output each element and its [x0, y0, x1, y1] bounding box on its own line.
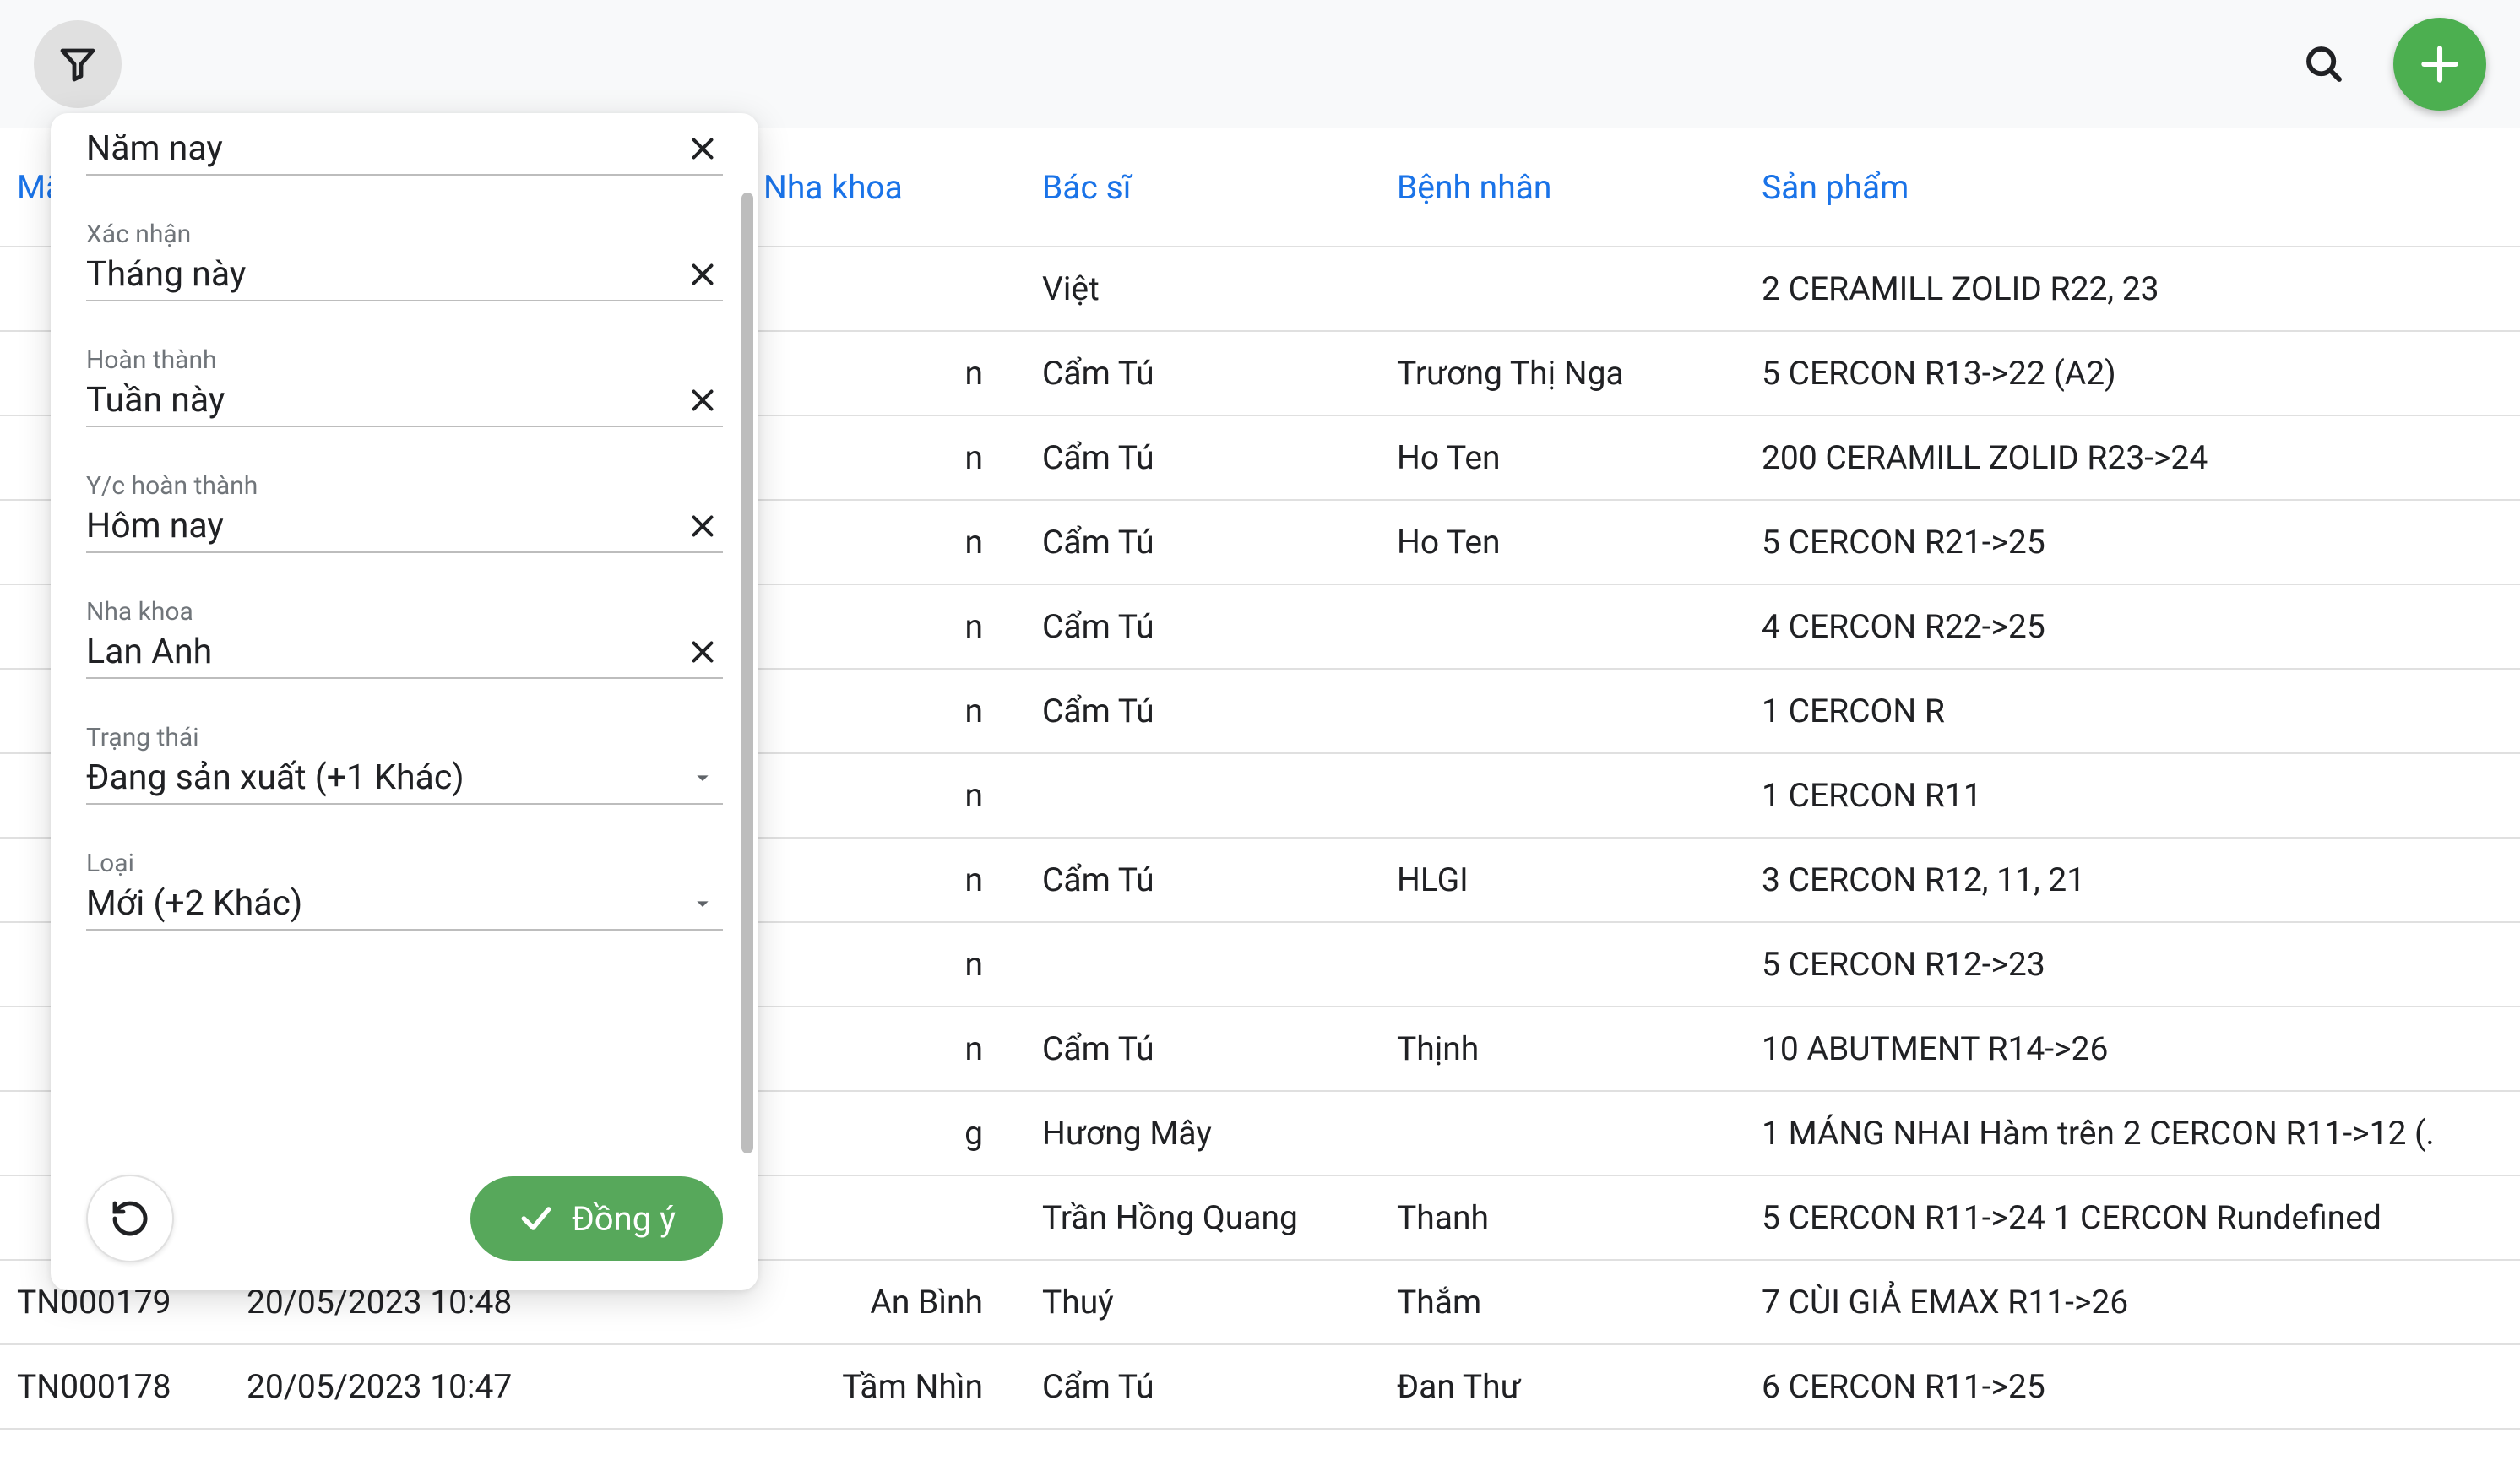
table-row[interactable]: TN00017820/05/2023 10:47Tầm NhìnCẩm TúĐa… — [0, 1344, 2520, 1429]
cell-product: 7 CÙI GIẢ EMAX R11->26 — [1745, 1260, 2520, 1344]
filter-field: Năm nay — [86, 122, 723, 176]
cell-order: TN000178 — [0, 1344, 230, 1429]
filter-value: Tuần này — [86, 380, 682, 421]
filter-label: Loại — [86, 849, 723, 878]
filter-field: Hoàn thành Tuần này — [86, 339, 723, 427]
filter-input[interactable]: Hôm nay — [86, 506, 723, 553]
cell-doctor: Hương Mây — [1025, 1091, 1380, 1175]
cell-product: 3 CERCON R12, 11, 21 — [1745, 838, 2520, 922]
clear-icon[interactable] — [682, 380, 723, 421]
filter-icon — [57, 44, 98, 84]
cell-doctor: Cẩm Tú — [1025, 1344, 1380, 1429]
filter-input[interactable]: Năm nay — [86, 128, 723, 176]
filter-panel: Năm nay Xác nhận Tháng này Hoàn thành Tuần n… — [51, 113, 758, 1290]
cell-patient: Thịnh — [1380, 1007, 1745, 1091]
clear-icon[interactable] — [682, 128, 723, 169]
cell-doctor: Cẩm Tú — [1025, 1007, 1380, 1091]
filter-value: Hôm nay — [86, 506, 682, 546]
cell-patient — [1380, 1091, 1745, 1175]
filter-value: Năm nay — [86, 128, 682, 169]
cell-product: 5 CERCON R21->25 — [1745, 500, 2520, 584]
cell-doctor: Trần Hồng Quang — [1025, 1175, 1380, 1260]
cell-patient: HLGI — [1380, 838, 1745, 922]
search-icon — [2301, 41, 2347, 87]
filter-field: Loại Mới (+2 Khác) — [86, 842, 723, 931]
cell-product: 200 CERAMILL ZOLID R23->24 — [1745, 415, 2520, 500]
filter-value: Đang sản xuất (+1 Khác) — [86, 757, 682, 798]
cell-patient: Thắm — [1380, 1260, 1745, 1344]
search-button[interactable] — [2280, 20, 2368, 108]
filter-field: Y/c hoàn thành Hôm nay — [86, 464, 723, 553]
cell-product: 10 ABUTMENT R14->26 — [1745, 1007, 2520, 1091]
cell-patient — [1380, 753, 1745, 838]
cell-doctor — [1025, 922, 1380, 1007]
cell-doctor: Cẩm Tú — [1025, 331, 1380, 415]
cell-doctor: Cẩm Tú — [1025, 838, 1380, 922]
clear-icon[interactable] — [682, 632, 723, 672]
cell-product: 1 MÁNG NHAI Hàm trên 2 CERCON R11->12 (. — [1745, 1091, 2520, 1175]
cell-patient: Thanh — [1380, 1175, 1745, 1260]
chevron-down-icon[interactable] — [682, 883, 723, 924]
filter-value: Tháng này — [86, 254, 682, 295]
cell-doctor: Việt — [1025, 247, 1380, 331]
cell-patient: Ho Ten — [1380, 415, 1745, 500]
filter-label: Trạng thái — [86, 723, 723, 752]
reset-button[interactable] — [86, 1175, 174, 1262]
cell-doctor: Cẩm Tú — [1025, 415, 1380, 500]
cell-product: 1 CERCON R — [1745, 669, 2520, 753]
cell-patient — [1380, 669, 1745, 753]
cell-patient: Trương Thị Nga — [1380, 331, 1745, 415]
cell-product: 1 CERCON R11 — [1745, 753, 2520, 838]
cell-patient — [1380, 922, 1745, 1007]
cell-doctor: Cẩm Tú — [1025, 500, 1380, 584]
cell-product: 5 CERCON R13->22 (A2) — [1745, 331, 2520, 415]
filter-button[interactable] — [34, 20, 122, 108]
cell-patient: Đan Thư — [1380, 1344, 1745, 1429]
topbar — [0, 0, 2520, 128]
filter-field: Xác nhận Tháng này — [86, 213, 723, 301]
apply-button[interactable]: Đồng ý — [470, 1176, 723, 1261]
header-doctor[interactable]: Bác sĩ — [1025, 128, 1380, 247]
cell-doctor: Cẩm Tú — [1025, 584, 1380, 669]
filter-input[interactable]: Tuần này — [86, 380, 723, 427]
filter-value: Lan Anh — [86, 632, 682, 672]
filter-label: Nha khoa — [86, 597, 723, 627]
cell-patient — [1380, 584, 1745, 669]
check-icon — [518, 1200, 555, 1237]
filter-label: Y/c hoàn thành — [86, 471, 723, 501]
cell-product: 5 CERCON R11->24 1 CERCON Rundefined — [1745, 1175, 2520, 1260]
plus-icon — [2416, 41, 2463, 88]
filter-input[interactable]: Tháng này — [86, 254, 723, 301]
cell-product: 2 CERAMILL ZOLID R22, 23 — [1745, 247, 2520, 331]
cell-date: 20/05/2023 10:47 — [230, 1344, 595, 1429]
cell-doctor — [1025, 753, 1380, 838]
cell-doctor: Thuý — [1025, 1260, 1380, 1344]
filter-field: Trạng thái Đang sản xuất (+1 Khác) — [86, 716, 723, 805]
cell-product: 5 CERCON R12->23 — [1745, 922, 2520, 1007]
filter-input[interactable]: Lan Anh — [86, 632, 723, 679]
panel-scrollbar[interactable] — [741, 193, 753, 1153]
clear-icon[interactable] — [682, 254, 723, 295]
cell-doctor: Cẩm Tú — [1025, 669, 1380, 753]
filter-input[interactable]: Mới (+2 Khác) — [86, 883, 723, 931]
header-product[interactable]: Sản phẩm — [1745, 128, 2520, 247]
cell-patient — [1380, 247, 1745, 331]
filter-input[interactable]: Đang sản xuất (+1 Khác) — [86, 757, 723, 805]
filter-label: Hoàn thành — [86, 345, 723, 375]
apply-label: Đồng ý — [572, 1199, 676, 1239]
cell-product: 6 CERCON R11->25 — [1745, 1344, 2520, 1429]
cell-nk: Tầm Nhìn — [595, 1344, 1025, 1429]
filter-label: Xác nhận — [86, 220, 723, 249]
header-patient[interactable]: Bệnh nhân — [1380, 128, 1745, 247]
clear-icon[interactable] — [682, 506, 723, 546]
filter-field: Nha khoa Lan Anh — [86, 590, 723, 679]
cell-product: 4 CERCON R22->25 — [1745, 584, 2520, 669]
add-button[interactable] — [2393, 18, 2486, 111]
filter-value: Mới (+2 Khác) — [86, 883, 682, 924]
cell-patient: Ho Ten — [1380, 500, 1745, 584]
chevron-down-icon[interactable] — [682, 757, 723, 798]
refresh-icon — [110, 1198, 150, 1239]
